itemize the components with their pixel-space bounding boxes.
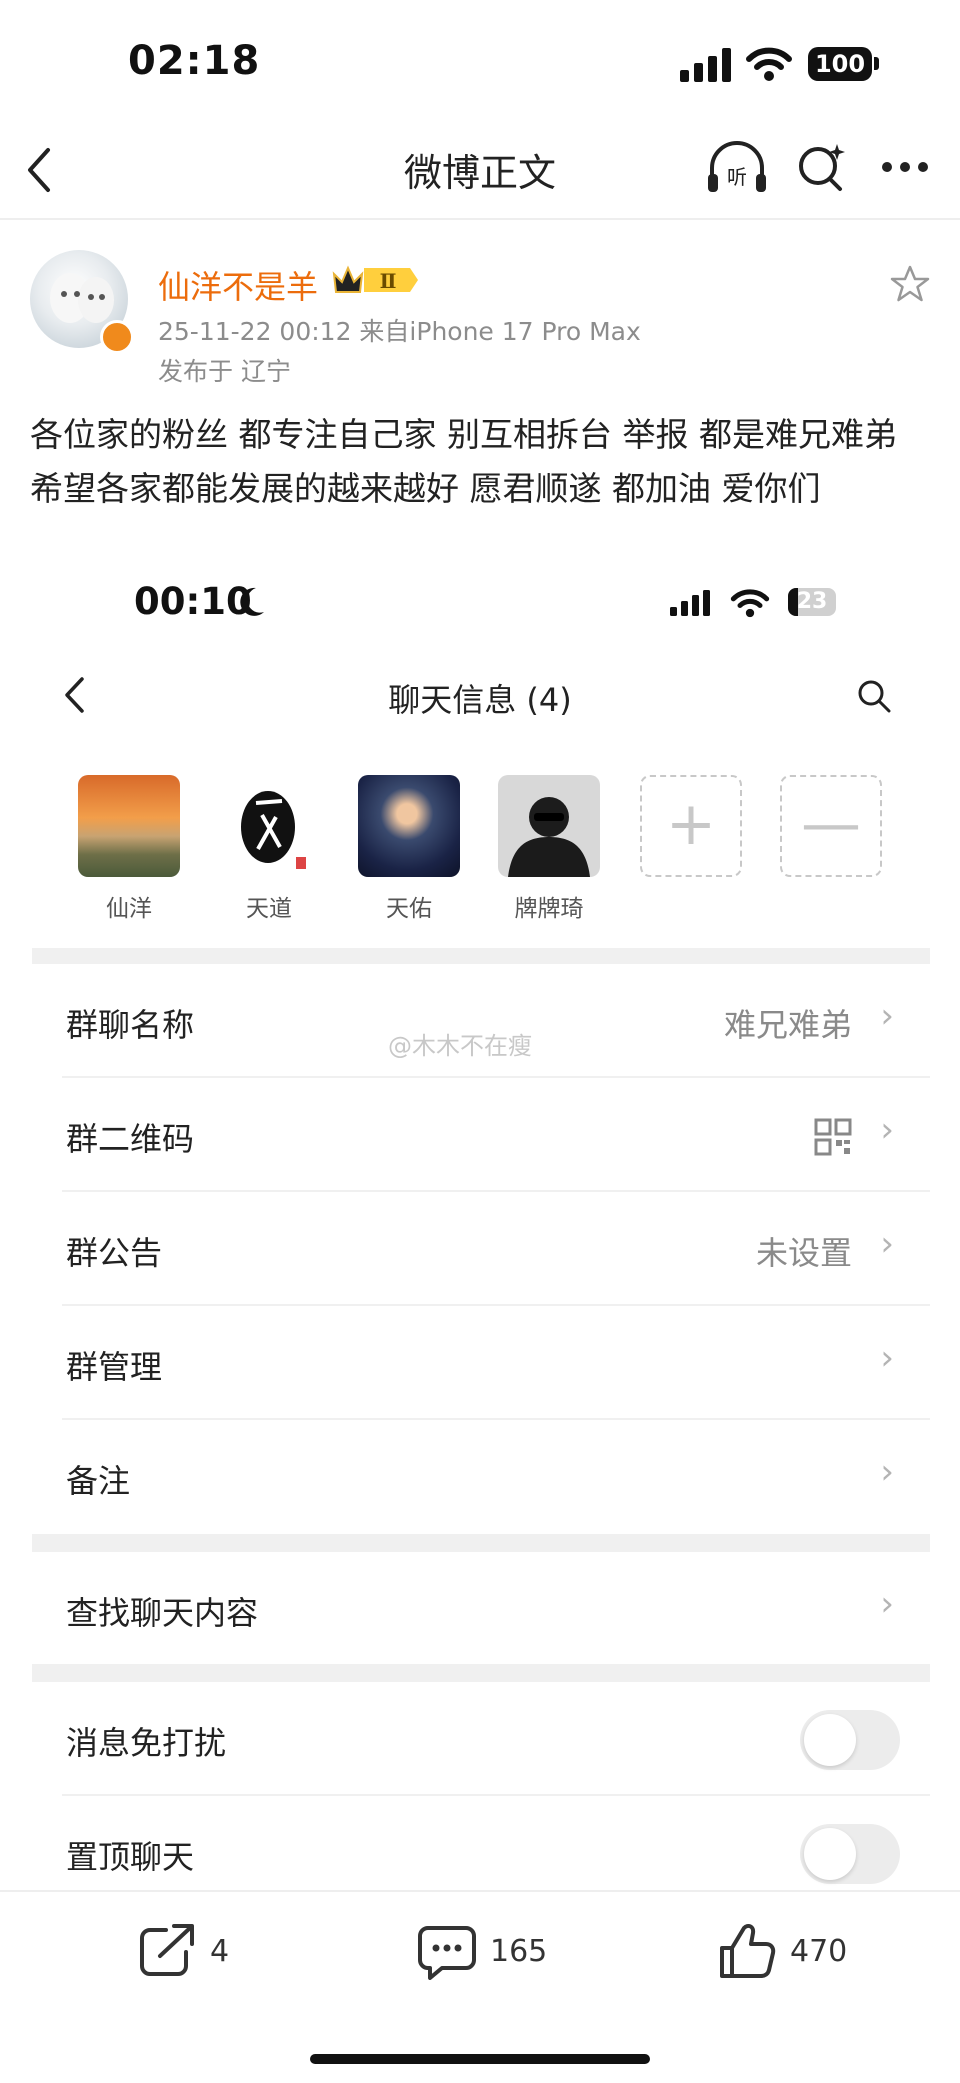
member-name: 牌牌琦 xyxy=(514,896,584,922)
row-label: 备注 xyxy=(66,1462,131,1500)
member-tianyou[interactable]: 天佑 xyxy=(358,775,460,923)
embedded-status-time: 00:10 xyxy=(134,580,252,623)
comment-button[interactable]: 165 xyxy=(418,1922,598,1982)
row-value: 未设置 xyxy=(755,1234,852,1272)
row-value: 难兄难弟 xyxy=(723,1006,852,1044)
watermark: @木木不在瘦 xyxy=(388,1032,532,1060)
embedded-wifi-icon xyxy=(730,589,770,618)
member-avatar xyxy=(498,775,600,877)
vip-badge-icon: Ⅱ xyxy=(332,265,418,293)
chevron-right-icon: › xyxy=(880,1338,894,1378)
home-indicator xyxy=(310,2054,650,2064)
member-xianyang[interactable]: 仙洋 xyxy=(78,775,180,923)
status-time: 02:18 xyxy=(128,38,261,84)
verified-badge-icon xyxy=(100,320,134,354)
toggle-knob xyxy=(804,1714,856,1766)
more-icon[interactable] xyxy=(880,160,930,174)
row-label: 群公告 xyxy=(66,1234,163,1272)
chevron-right-icon: › xyxy=(880,1110,894,1150)
member-paipaiqi[interactable]: 牌牌琦 xyxy=(498,775,600,923)
pin-toggle[interactable] xyxy=(800,1824,900,1884)
comment-icon xyxy=(418,1926,476,1980)
section-divider xyxy=(32,948,930,964)
embedded-signal-icon xyxy=(670,590,710,616)
chevron-right-icon: › xyxy=(880,1452,894,1492)
chevron-right-icon: › xyxy=(880,1224,894,1264)
repost-icon xyxy=(140,1924,194,1976)
mute-toggle[interactable] xyxy=(800,1710,900,1770)
battery-tip xyxy=(874,57,879,70)
member-avatar xyxy=(78,775,180,877)
like-count: 470 xyxy=(790,1934,848,1969)
member-tiandao[interactable]: 天道 xyxy=(218,775,320,923)
section-divider xyxy=(32,1534,930,1552)
member-name: 天佑 xyxy=(386,896,432,922)
repost-count: 4 xyxy=(210,1934,230,1969)
username[interactable]: 仙洋不是羊 xyxy=(158,262,318,308)
battery-indicator: 100 xyxy=(808,47,872,81)
row-qr-code[interactable]: 群二维码 › xyxy=(32,1078,930,1192)
nav-divider xyxy=(0,218,960,220)
member-avatar xyxy=(358,775,460,877)
chat-info-title: 聊天信息 (4) xyxy=(388,681,572,719)
row-announcement[interactable]: 群公告 未设置 › xyxy=(32,1192,930,1306)
remove-member-button[interactable]: — xyxy=(780,775,882,877)
row-label: 群二维码 xyxy=(66,1120,195,1158)
moon-icon xyxy=(240,587,264,616)
row-label: 置顶聊天 xyxy=(66,1838,195,1876)
member-avatar xyxy=(218,775,320,877)
comment-count: 165 xyxy=(490,1934,548,1969)
add-member-button[interactable]: + xyxy=(640,775,742,877)
member-name: 仙洋 xyxy=(106,896,152,922)
toggle-knob xyxy=(804,1828,856,1880)
post-text: 各位家的粉丝 都专注自己家 别互相拆台 举报 都是难兄难弟 希望各家都能发展的越… xyxy=(30,415,897,508)
row-label: 消息免打扰 xyxy=(66,1724,227,1762)
row-search-chat[interactable]: 查找聊天内容 › xyxy=(32,1552,930,1664)
qr-code-icon xyxy=(814,1118,852,1156)
member-name: 天道 xyxy=(246,896,292,922)
row-mute: 消息免打扰 xyxy=(32,1682,930,1796)
repost-button[interactable]: 4 xyxy=(138,1922,278,1982)
chevron-right-icon: › xyxy=(880,1584,894,1624)
post-location: 发布于 辽宁 xyxy=(158,357,291,386)
row-label: 群聊名称 xyxy=(66,1006,195,1044)
chevron-right-icon: › xyxy=(880,996,894,1036)
row-group-manage[interactable]: 群管理 › xyxy=(32,1306,930,1420)
row-label: 查找聊天内容 xyxy=(66,1594,259,1632)
embedded-search-icon[interactable] xyxy=(856,678,892,714)
like-icon xyxy=(720,1923,776,1978)
like-button[interactable]: 470 xyxy=(718,1922,898,1982)
row-remark[interactable]: 备注 › xyxy=(32,1420,930,1534)
svg-text:听: 听 xyxy=(727,165,747,189)
vip-level: Ⅱ xyxy=(380,269,397,293)
wifi-icon xyxy=(746,47,792,81)
signal-icon xyxy=(680,48,731,82)
search-icon[interactable] xyxy=(796,142,846,194)
listen-icon[interactable]: 听 xyxy=(706,140,768,196)
star-icon[interactable] xyxy=(890,264,930,304)
row-label: 群管理 xyxy=(66,1348,163,1386)
section-divider xyxy=(32,1664,930,1682)
embedded-battery-fill xyxy=(788,588,798,616)
post-meta: 25-11-22 00:12 来自iPhone 17 Pro Max xyxy=(158,317,641,346)
